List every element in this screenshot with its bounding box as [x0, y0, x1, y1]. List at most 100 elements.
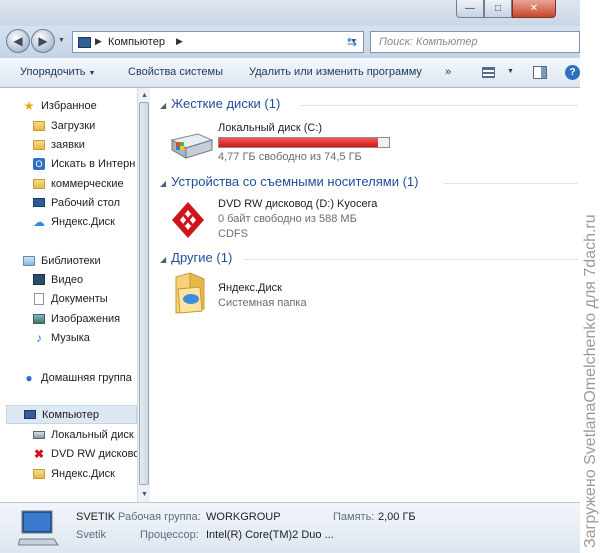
- sidebar-item-pictures[interactable]: Изображения: [32, 309, 120, 328]
- sidebar-item-label: Документы: [51, 292, 108, 305]
- scroll-down-icon[interactable]: ▼: [141, 491, 148, 498]
- sidebar-item-label: Яндекс.Диск: [51, 467, 115, 480]
- minimize-button[interactable]: —: [456, 0, 484, 18]
- sidebar-computer[interactable]: Компьютер: [6, 405, 137, 424]
- sidebar-item-music[interactable]: ♪ Музыка: [32, 328, 90, 347]
- address-bar[interactable]: ▶ Компьютер ▶ ▼: [72, 31, 364, 53]
- sidebar-item-label: коммерческие: [51, 177, 124, 190]
- pictures-icon: [32, 312, 46, 326]
- memory-value: 2,00 ГБ: [378, 511, 416, 523]
- computer-name: SVETIK: [76, 511, 116, 523]
- back-button[interactable]: ◀: [6, 29, 30, 53]
- navigation-bar: ◀ ▶ ▼ ▶ Компьютер ▶ ▼ ⇆ Поиск: Компьютер: [0, 26, 580, 58]
- star-icon: ★: [23, 98, 35, 113]
- navigation-pane: ★ Избранное Загрузки заявки O Искать в И…: [0, 88, 150, 502]
- maximize-icon: □: [494, 3, 502, 14]
- group-hard-drives[interactable]: ◢ Жесткие диски (1): [160, 96, 280, 111]
- sidebar-item-zayavki[interactable]: заявки: [32, 135, 85, 154]
- recent-pages-dropdown[interactable]: ▼: [58, 37, 65, 44]
- group-other[interactable]: ◢ Другие (1): [160, 250, 232, 265]
- group-removable-storage[interactable]: ◢ Устройства со съемными носителями (1): [160, 174, 419, 189]
- group-divider: [244, 259, 578, 260]
- arrow-right-icon: ▶: [38, 34, 48, 48]
- workgroup-value: WORKGROUP: [206, 511, 281, 523]
- sidebar-item-documents[interactable]: Документы: [32, 289, 108, 308]
- search-placeholder: Поиск: Компьютер: [379, 36, 478, 48]
- cpu-value: Intel(R) Core(TM)2 Duo ...: [206, 529, 334, 541]
- system-properties-button[interactable]: Свойства системы: [128, 66, 223, 78]
- breadcrumb-chevron-icon[interactable]: ▶: [95, 36, 102, 47]
- sidebar-item-label: Музыка: [51, 331, 90, 344]
- sidebar-item-video[interactable]: Видео: [32, 270, 83, 289]
- yandex-disk-icon: ☁: [33, 214, 45, 229]
- folder-icon: [32, 138, 46, 152]
- collapse-triangle-icon: ◢: [160, 255, 167, 264]
- workgroup-label: Рабочая группа:: [118, 511, 201, 523]
- sidebar-item-label: Библиотеки: [41, 254, 101, 267]
- local-disk-name: Локальный диск (C:): [218, 122, 323, 134]
- more-commands-button[interactable]: »: [445, 66, 451, 78]
- group-label: Жесткие диски (1): [171, 96, 281, 111]
- yandex-disk-type: Системная папка: [218, 297, 307, 309]
- forward-button[interactable]: ▶: [31, 29, 55, 53]
- sidebar-item-label: Избранное: [41, 99, 97, 112]
- sidebar-item-search-internet[interactable]: O Искать в Интерн: [32, 154, 137, 173]
- sidebar-item-desktop[interactable]: Рабочий стол: [32, 193, 120, 212]
- search-input[interactable]: Поиск: Компьютер: [370, 31, 580, 53]
- hard-drive-icon: [32, 428, 46, 442]
- hard-drive-icon: [170, 133, 214, 159]
- sidebar-item-yandex-disk[interactable]: ☁ Яндекс.Диск: [32, 212, 115, 231]
- yandex-disk-folder-icon: [175, 272, 205, 314]
- organize-button[interactable]: Упорядочить ▼: [20, 66, 95, 78]
- maximize-button[interactable]: □: [484, 0, 512, 18]
- folder-icon: [32, 177, 46, 191]
- refresh-button[interactable]: ⇆: [342, 33, 362, 51]
- disk-usage-bar: [218, 137, 390, 148]
- memory-label: Память:: [333, 511, 375, 523]
- sidebar-libraries[interactable]: Библиотеки: [22, 251, 101, 270]
- view-options-icon[interactable]: [482, 67, 495, 78]
- music-icon: ♪: [36, 330, 42, 345]
- organize-label: Упорядочить: [20, 66, 86, 78]
- group-label: Устройства со съемными носителями (1): [171, 174, 419, 189]
- sidebar-item-label: DVD RW дисково: [51, 447, 137, 460]
- sidebar-item-label: Видео: [51, 273, 84, 286]
- sidebar-item-label: Загрузки: [51, 119, 96, 132]
- sidebar-item-label: Локальный диск: [51, 428, 134, 441]
- sidebar-item-label: Искать в Интерн: [51, 157, 136, 170]
- sidebar-item-local-disk[interactable]: Локальный диск: [32, 425, 137, 444]
- scroll-up-icon[interactable]: ▲: [141, 92, 148, 99]
- kyocera-dvd-icon: [172, 202, 204, 238]
- sidebar-item-label: заявки: [51, 138, 85, 151]
- navigation-scrollbar[interactable]: ▲ ▼: [137, 88, 150, 502]
- view-dropdown-icon[interactable]: ▼: [507, 68, 514, 75]
- kyocera-icon: ✖: [33, 446, 45, 461]
- dvd-drive-free-space: 0 байт свободно из 588 МБ: [218, 213, 357, 225]
- breadcrumb-chevron-icon[interactable]: ▶: [176, 36, 183, 47]
- breadcrumb-computer[interactable]: Компьютер: [108, 36, 165, 48]
- group-divider: [300, 105, 578, 106]
- sidebar-item-yandex-disk-computer[interactable]: Яндекс.Диск: [32, 464, 115, 483]
- scrollbar-thumb[interactable]: [139, 102, 149, 485]
- disk-usage-fill: [219, 138, 379, 147]
- sidebar-item-label: Изображения: [51, 312, 121, 325]
- uninstall-program-button[interactable]: Удалить или изменить программу: [249, 66, 422, 78]
- video-icon: [32, 273, 46, 287]
- sidebar-item-label: Домашняя группа: [41, 371, 132, 384]
- close-button[interactable]: ✕: [512, 0, 556, 18]
- command-bar: Упорядочить ▼ Свойства системы Удалить ил…: [0, 58, 580, 88]
- sidebar-homegroup[interactable]: ● Домашняя группа: [22, 368, 137, 387]
- sidebar-item-downloads[interactable]: Загрузки: [32, 116, 95, 135]
- sidebar-item-commercial[interactable]: коммерческие: [32, 174, 124, 193]
- details-pane: SVETIK Svetik Рабочая группа: WORKGROUP …: [0, 502, 580, 553]
- collapse-triangle-icon: ◢: [160, 179, 167, 188]
- sidebar-item-label: Яндекс.Диск: [51, 215, 115, 228]
- sidebar-item-label: Компьютер: [42, 408, 99, 421]
- user-name: Svetik: [76, 529, 106, 541]
- minimize-icon: —: [465, 3, 475, 14]
- watermark-text: Загружено SvetlanaOmelchenko для 7dach.r…: [582, 214, 599, 548]
- preview-pane-icon[interactable]: [533, 66, 547, 79]
- help-icon[interactable]: ?: [565, 65, 580, 80]
- sidebar-favorites[interactable]: ★ Избранное: [22, 96, 97, 115]
- sidebar-item-dvd-drive[interactable]: ✖ DVD RW дисково: [32, 444, 137, 463]
